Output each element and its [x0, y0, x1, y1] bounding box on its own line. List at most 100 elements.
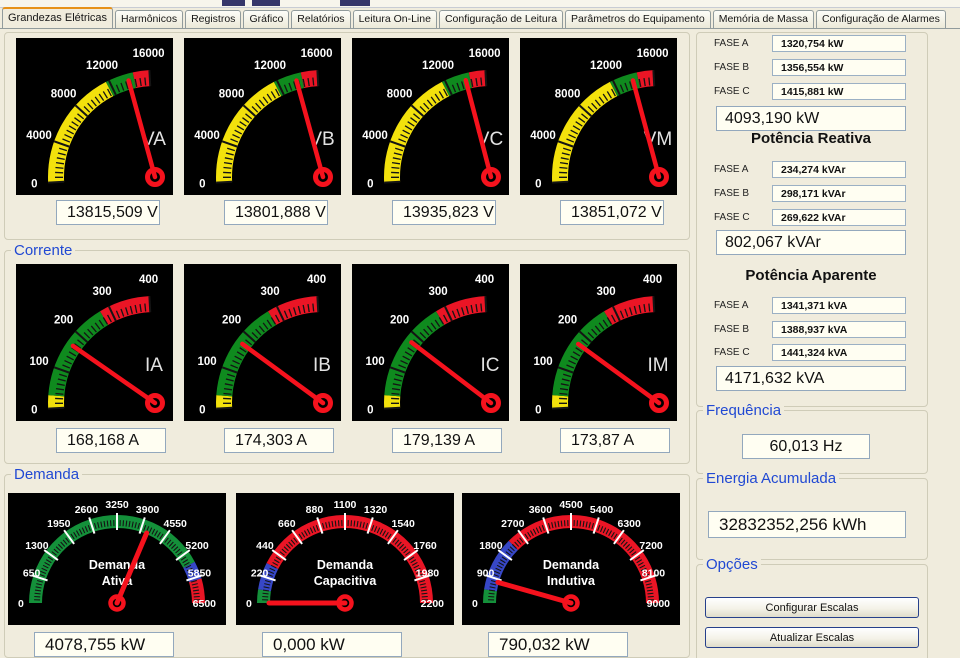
- svg-text:100: 100: [365, 356, 384, 368]
- svg-text:400: 400: [643, 274, 662, 286]
- current-gauge-ib: 0100200300400IB: [184, 264, 341, 421]
- svg-text:IA: IA: [145, 355, 163, 376]
- svg-text:0: 0: [535, 178, 541, 190]
- svg-text:200: 200: [54, 315, 73, 327]
- demand-readout-ativa: 4078,755 kW: [34, 632, 174, 657]
- svg-text:16000: 16000: [133, 48, 165, 60]
- opcoes-group-title: Opções: [703, 556, 761, 573]
- configurar-escalas-button[interactable]: Configurar Escalas: [705, 597, 919, 618]
- svg-text:1760: 1760: [413, 540, 437, 552]
- svg-text:220: 220: [251, 567, 269, 579]
- svg-text:200: 200: [558, 315, 577, 327]
- voltage-readout-vm: 13851,072 V: [560, 200, 664, 225]
- demand-readout-indutiva: 790,032 kW: [488, 632, 628, 657]
- svg-text:4000: 4000: [26, 130, 52, 142]
- svg-text:0: 0: [246, 598, 252, 610]
- potencia_reativa-title: Potência Reativa: [696, 130, 926, 147]
- tab-relatorios[interactable]: Relatórios: [291, 10, 350, 28]
- frequencia-readout: 60,013 Hz: [742, 434, 870, 459]
- potencia_aparente-total: 4171,632 kVA: [716, 366, 906, 391]
- svg-text:300: 300: [92, 286, 111, 298]
- svg-text:12000: 12000: [590, 60, 622, 72]
- svg-text:5200: 5200: [185, 540, 209, 552]
- svg-text:1540: 1540: [392, 518, 416, 530]
- potencia_ativa-fase-a-label: FASE A: [714, 38, 748, 49]
- voltage-readout-vb: 13801,888 V: [224, 200, 328, 225]
- potencia_ativa-fase-c-label: FASE C: [714, 86, 750, 97]
- demand-gauge-indutiva: 0900180027003600450054006300720081009000…: [462, 493, 680, 625]
- tab-parametros-do-equipamento[interactable]: Parâmetros do Equipamento: [565, 10, 711, 28]
- svg-text:660: 660: [278, 518, 296, 530]
- svg-text:2700: 2700: [501, 518, 525, 530]
- svg-text:6300: 6300: [618, 518, 642, 530]
- svg-text:1100: 1100: [334, 499, 357, 511]
- svg-text:7200: 7200: [639, 540, 663, 552]
- potencia_ativa-fase-b-label: FASE B: [714, 62, 749, 73]
- potencia_aparente-fase-a-value: 1341,371 kVA: [772, 297, 906, 314]
- svg-text:IC: IC: [481, 355, 500, 376]
- tab-configuracao-de-leitura[interactable]: Configuração de Leitura: [439, 10, 563, 28]
- potencia_reativa-total: 802,067 kVAr: [716, 230, 906, 255]
- svg-text:200: 200: [222, 315, 241, 327]
- tab-content-divider: [0, 28, 960, 29]
- atualizar-escalas-button[interactable]: Atualizar Escalas: [705, 627, 919, 648]
- svg-text:12000: 12000: [422, 60, 454, 72]
- svg-text:4000: 4000: [362, 130, 388, 142]
- svg-text:8000: 8000: [219, 89, 245, 101]
- svg-text:8000: 8000: [387, 89, 413, 101]
- potencia_aparente-fase-c-label: FASE C: [714, 347, 750, 358]
- demand-readout-capacitiva: 0,000 kW: [262, 632, 402, 657]
- svg-text:4000: 4000: [530, 130, 556, 142]
- svg-text:5850: 5850: [188, 567, 212, 579]
- svg-text:2600: 2600: [75, 504, 99, 516]
- voltage-gauge-vc: 0400080001200016000VC: [352, 38, 509, 195]
- svg-text:0: 0: [18, 598, 24, 610]
- frequencia-group-title: Frequência: [703, 402, 784, 419]
- svg-text:0: 0: [367, 404, 373, 416]
- svg-text:1800: 1800: [479, 540, 503, 552]
- svg-text:880: 880: [306, 504, 324, 516]
- potencia_aparente-fase-b-label: FASE B: [714, 324, 749, 335]
- potencia_aparente-title: Potência Aparente: [696, 267, 926, 284]
- svg-text:100: 100: [197, 356, 216, 368]
- tab-memoria-de-massa[interactable]: Memória de Massa: [713, 10, 814, 28]
- potencia_reativa-fase-a-value: 234,274 kVAr: [772, 161, 906, 178]
- corrente-group-title: Corrente: [11, 242, 75, 259]
- voltage-gauge-vb: 0400080001200016000VB: [184, 38, 341, 195]
- svg-text:Demanda: Demanda: [543, 558, 600, 572]
- svg-text:0: 0: [472, 598, 478, 610]
- tab-grafico[interactable]: Gráfico: [243, 10, 289, 28]
- svg-text:16000: 16000: [301, 48, 333, 60]
- potencia_reativa-fase-b-value: 298,171 kVAr: [772, 185, 906, 202]
- tab-bar: Grandezas ElétricasHarmônicosRegistrosGr…: [2, 7, 960, 28]
- svg-text:0: 0: [199, 178, 205, 190]
- svg-text:Indutiva: Indutiva: [547, 574, 596, 588]
- svg-text:16000: 16000: [637, 48, 669, 60]
- svg-text:Capacitiva: Capacitiva: [314, 574, 378, 588]
- svg-text:IB: IB: [313, 355, 331, 376]
- toolbar-remnant-block-2: [252, 0, 280, 6]
- svg-text:300: 300: [596, 286, 615, 298]
- svg-text:400: 400: [475, 274, 494, 286]
- voltage-gauge-vm: 0400080001200016000VM: [520, 38, 677, 195]
- svg-text:0: 0: [535, 404, 541, 416]
- tab-leitura-on-line[interactable]: Leitura On-Line: [353, 10, 437, 28]
- svg-text:3250: 3250: [105, 499, 129, 511]
- svg-text:440: 440: [256, 540, 274, 552]
- svg-text:300: 300: [260, 286, 279, 298]
- potencia_ativa-total: 4093,190 kW: [716, 106, 906, 131]
- svg-text:0: 0: [367, 178, 373, 190]
- potencia_aparente-fase-a-label: FASE A: [714, 300, 748, 311]
- svg-text:2200: 2200: [421, 598, 445, 610]
- tab-registros[interactable]: Registros: [185, 10, 241, 28]
- energia-readout: 32832352,256 kWh: [708, 511, 906, 538]
- svg-text:3900: 3900: [136, 504, 160, 516]
- tab-harmonicos[interactable]: Harmônicos: [115, 10, 183, 28]
- potencia_reativa-fase-c-value: 269,622 kVAr: [772, 209, 906, 226]
- voltage-readout-vc: 13935,823 V: [392, 200, 496, 225]
- svg-text:16000: 16000: [469, 48, 501, 60]
- svg-text:900: 900: [477, 567, 495, 579]
- potencia_reativa-fase-c-label: FASE C: [714, 212, 750, 223]
- tab-grandezas-eletricas[interactable]: Grandezas Elétricas: [2, 7, 113, 28]
- tab-configuracao-de-alarmes[interactable]: Configuração de Alarmes: [816, 10, 946, 28]
